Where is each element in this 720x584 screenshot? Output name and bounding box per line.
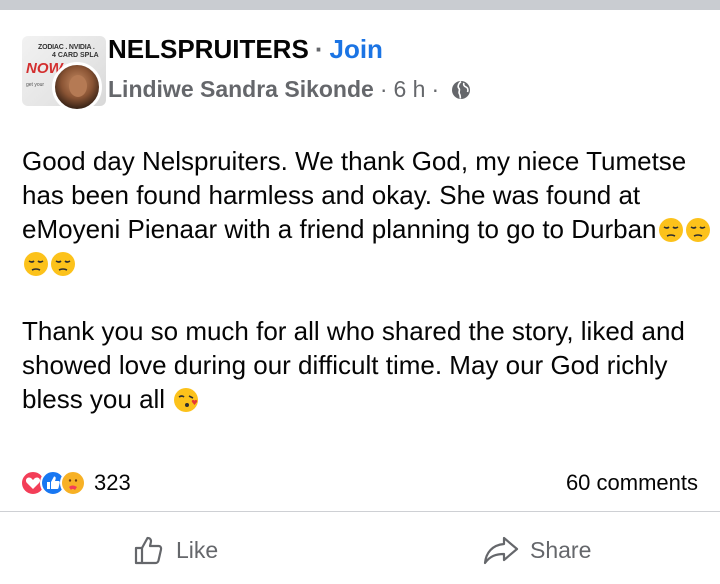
care-reaction-icon [60,470,86,496]
post-header: ZODIAC . NVIDIA . 4 CARD SPLA NOW get yo… [22,28,702,112]
share-button[interactable]: Share [482,532,591,568]
post-time[interactable]: 6 h [394,76,426,103]
author-avatar-face [69,75,87,97]
author-avatar[interactable] [52,62,102,112]
group-name-link[interactable]: NELSPRUITERS [108,34,309,64]
post-paragraph-2: Thank you so much for all who shared the… [22,314,712,416]
post-paragraph-1-text: Good day Nelspruiters. We thank God, my … [22,146,687,244]
pensive-face-emoji [685,218,710,242]
post-meta: Lindiwe Sandra Sikonde · 6 h · [108,76,471,103]
action-divider [0,511,720,512]
meta-dot: · [379,76,388,102]
join-button[interactable]: Join [329,34,382,64]
group-avatar-text-line1: ZODIAC . NVIDIA . [38,44,95,51]
group-title-line: NELSPRUITERS · Join [108,34,383,65]
post-body: Good day Nelspruiters. We thank God, my … [22,144,712,416]
post-paragraph-1: Good day Nelspruiters. We thank God, my … [22,144,712,280]
like-button[interactable]: Like [132,532,218,568]
post-paragraph-2-text: Thank you so much for all who shared the… [22,316,685,414]
share-label: Share [530,536,592,563]
reaction-count: 323 [94,470,131,495]
comments-count-link[interactable]: 60 comments [566,470,698,496]
pensive-face-emoji [658,218,683,242]
pensive-face-emoji [51,252,75,276]
group-avatar-text-small: get your [26,82,45,88]
meta-dot: · [431,76,440,102]
pensive-face-emoji [24,252,48,276]
like-label: Like [176,536,219,563]
author-name-link[interactable]: Lindiwe Sandra Sikonde [108,76,374,103]
face-blowing-kiss-emoji [174,388,199,412]
globe-icon [452,80,471,99]
group-separator: · [314,34,324,64]
thumbs-up-icon [134,536,163,565]
share-arrow-icon [483,536,519,565]
group-avatar-text-line2: 4 CARD SPLA [52,52,99,59]
reaction-summary[interactable]: 323 [20,468,131,498]
top-divider-strip [0,0,720,10]
